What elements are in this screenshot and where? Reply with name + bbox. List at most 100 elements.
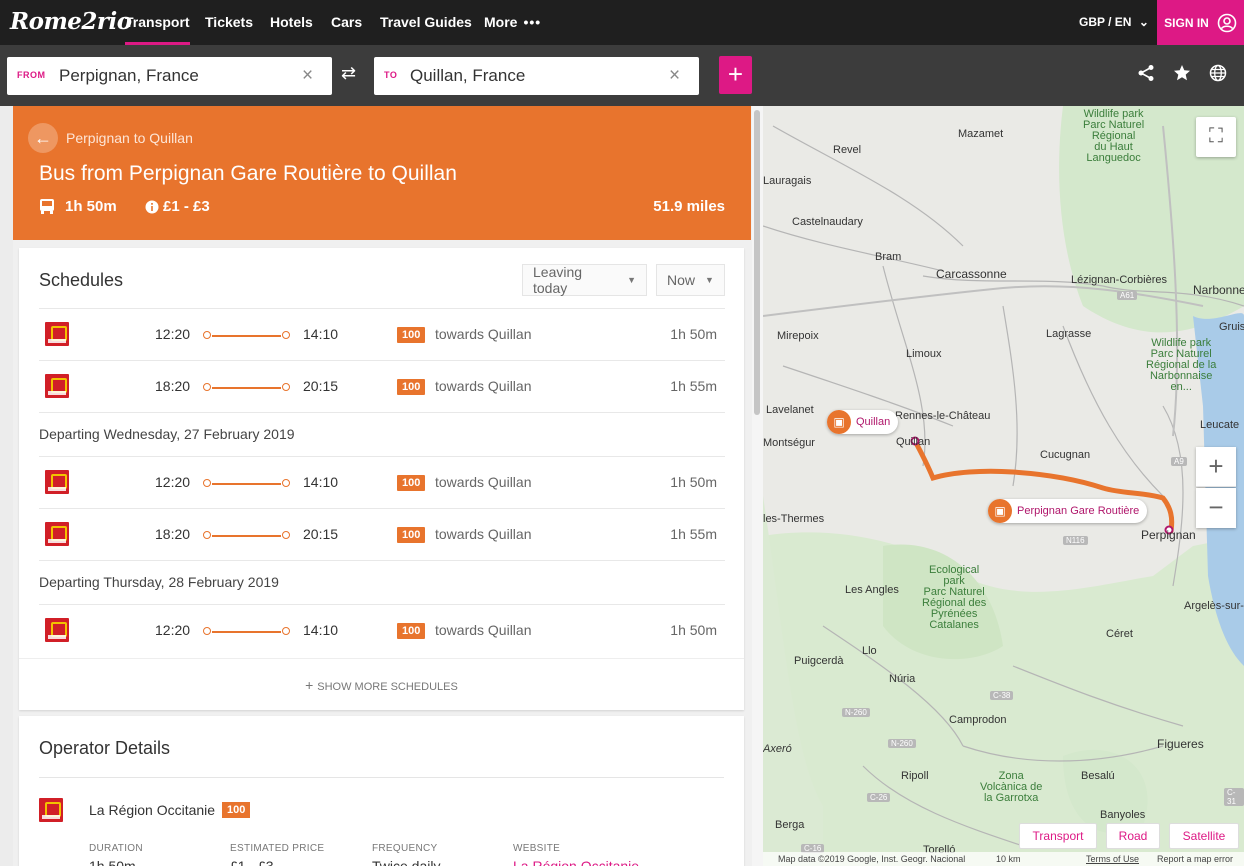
- terms-link[interactable]: Terms of Use: [1086, 854, 1139, 864]
- day-filter-dropdown[interactable]: Leaving today ▼: [522, 264, 647, 296]
- from-field[interactable]: FROM Perpignan, France ×: [7, 57, 332, 95]
- show-more-schedules-button[interactable]: + SHOW MORE SCHEDULES: [19, 658, 744, 710]
- map-place: Axeró: [763, 743, 792, 755]
- from-input[interactable]: Perpignan, France: [59, 66, 199, 86]
- info-icon[interactable]: [145, 200, 159, 214]
- map-place: Besalú: [1081, 770, 1115, 782]
- operator-logo-icon: [39, 798, 63, 822]
- map-place: Mirepoix: [777, 330, 819, 342]
- breadcrumb[interactable]: Perpignan to Quillan: [66, 130, 193, 146]
- swap-icon[interactable]: ⇄: [341, 63, 356, 84]
- add-destination-button[interactable]: +: [719, 56, 752, 94]
- nav-travel-guides[interactable]: Travel Guides: [380, 0, 472, 45]
- nav-hotels[interactable]: Hotels: [270, 0, 313, 45]
- website-link[interactable]: La Région Occitanie: [513, 858, 639, 866]
- nav-more[interactable]: More •••: [484, 0, 541, 45]
- road-label: N-260: [888, 739, 916, 748]
- map-place: Figueres: [1157, 737, 1204, 751]
- departure-time: 18:20: [155, 526, 191, 542]
- sign-in-label: SIGN IN: [1164, 15, 1209, 30]
- line-badge: 100: [397, 623, 426, 639]
- nav-tickets[interactable]: Tickets: [205, 0, 253, 45]
- scrollbar[interactable]: [752, 106, 763, 866]
- journey-line: [203, 627, 290, 635]
- report-map-error-link[interactable]: Report a map error: [1157, 854, 1233, 864]
- scale-label: 10 km: [996, 854, 1021, 864]
- park-label: Wildlife park Parc Naturel Régional du H…: [1083, 108, 1145, 164]
- schedule-row[interactable]: 12:20 14:10 100 towards Quillan 1h 50m: [39, 308, 725, 360]
- map-place: les-Thermes: [763, 513, 825, 525]
- clear-from-icon[interactable]: ×: [302, 65, 313, 87]
- rome2rio-logo[interactable]: Rome2rio: [10, 8, 132, 35]
- to-field[interactable]: TO Quillan, France ×: [374, 57, 699, 95]
- price-label: ESTIMATED PRICE: [230, 843, 325, 854]
- map-place: Rennes-le-Château: [895, 410, 991, 422]
- fullscreen-icon[interactable]: ⛶: [1196, 117, 1236, 157]
- map-place: Bram: [875, 251, 902, 263]
- road-label: C-26: [867, 793, 891, 802]
- time-filter-dropdown[interactable]: Now ▼: [656, 264, 725, 296]
- map-place: Puigcerdà: [794, 655, 844, 667]
- star-icon[interactable]: [1173, 64, 1191, 82]
- frequency-label: FREQUENCY: [372, 843, 438, 854]
- schedule-row[interactable]: 12:20 14:10 100 towards Quillan 1h 50m: [39, 456, 725, 508]
- route-distance: 51.9 miles: [653, 198, 725, 215]
- chevron-down-icon: ⌄: [1138, 15, 1149, 29]
- currency-language-selector[interactable]: GBP / EN ⌄: [1079, 0, 1149, 45]
- operator-details-card: Operator Details La Région Occitanie 100…: [19, 716, 744, 866]
- route-duration: 1h 50m: [39, 198, 117, 215]
- road-label: C-38: [990, 691, 1014, 700]
- results-panel: ← Perpignan to Quillan Bus from Perpigna…: [0, 106, 763, 866]
- journey-line: [203, 383, 290, 391]
- map-place: Leucate: [1200, 419, 1240, 431]
- map-place: Limoux: [906, 348, 942, 360]
- line-badge: 100: [397, 527, 426, 543]
- nav-transport[interactable]: Transport: [125, 0, 190, 45]
- direction-text: towards Quillan: [435, 326, 532, 342]
- road-label: N-260: [842, 708, 870, 717]
- scrollbar-thumb[interactable]: [754, 110, 760, 415]
- map-satellite-button[interactable]: Satellite: [1169, 823, 1239, 849]
- operator-name: La Région Occitanie: [89, 802, 216, 818]
- attribution-text: Map data ©2019 Google, Inst. Geogr. Naci…: [778, 854, 966, 864]
- map-transport-button[interactable]: Transport: [1019, 823, 1097, 849]
- schedule-list: 12:20 14:10 100 towards Quillan 1h 50m 1…: [39, 308, 725, 656]
- back-arrow-icon[interactable]: ←: [28, 123, 58, 153]
- map-place: Perpignan: [1141, 528, 1196, 542]
- line-badge: 100: [397, 475, 426, 491]
- park-label: Wildlife park Parc Naturel Régional de l…: [1146, 337, 1217, 393]
- zoom-out-button[interactable]: −: [1196, 488, 1236, 528]
- zoom-in-button[interactable]: +: [1196, 447, 1236, 487]
- to-input[interactable]: Quillan, France: [410, 66, 525, 86]
- trip-duration: 1h 50m: [670, 326, 717, 342]
- locale-label: GBP / EN: [1079, 15, 1132, 29]
- clear-to-icon[interactable]: ×: [669, 65, 680, 87]
- line-badge: 100: [397, 379, 426, 395]
- map-place: Banyoles: [1100, 809, 1146, 821]
- map-place: Lauragais: [763, 175, 812, 187]
- panel-edge: [0, 106, 13, 866]
- map-place: Gruis: [1219, 321, 1244, 333]
- trip-duration: 1h 55m: [670, 526, 717, 542]
- duration-value: 1h 50m: [89, 858, 136, 866]
- share-icon[interactable]: [1137, 64, 1155, 82]
- route-price: £1 - £3: [145, 198, 210, 215]
- journey-line: [203, 331, 290, 339]
- arrival-time: 14:10: [303, 622, 339, 638]
- globe-icon[interactable]: [1209, 64, 1227, 82]
- schedule-row[interactable]: 18:20 20:15 100 towards Quillan 1h 55m: [39, 360, 725, 412]
- schedule-row[interactable]: 12:20 14:10 100 towards Quillan 1h 50m: [39, 604, 725, 656]
- journey-line: [203, 531, 290, 539]
- origin-pin[interactable]: ▣ Perpignan Gare Routière: [988, 499, 1148, 523]
- nav-cars[interactable]: Cars: [331, 0, 362, 45]
- map-road-button[interactable]: Road: [1106, 823, 1160, 849]
- day-heading: Departing Thursday, 28 February 2019: [39, 560, 725, 604]
- trip-duration: 1h 50m: [670, 622, 717, 638]
- destination-pin[interactable]: ▣ Quillan: [827, 410, 899, 434]
- route-map[interactable]: Mazamet Revel Lauragais Castelnaudary Br…: [763, 106, 1244, 866]
- map-place: Lézignan-Corbières: [1071, 274, 1167, 286]
- map-place: Revel: [833, 144, 862, 156]
- schedules-card: Schedules Leaving today ▼ Now ▼ 12:20 14:1…: [19, 248, 744, 710]
- sign-in-button[interactable]: SIGN IN: [1157, 0, 1244, 45]
- schedule-row[interactable]: 18:20 20:15 100 towards Quillan 1h 55m: [39, 508, 725, 560]
